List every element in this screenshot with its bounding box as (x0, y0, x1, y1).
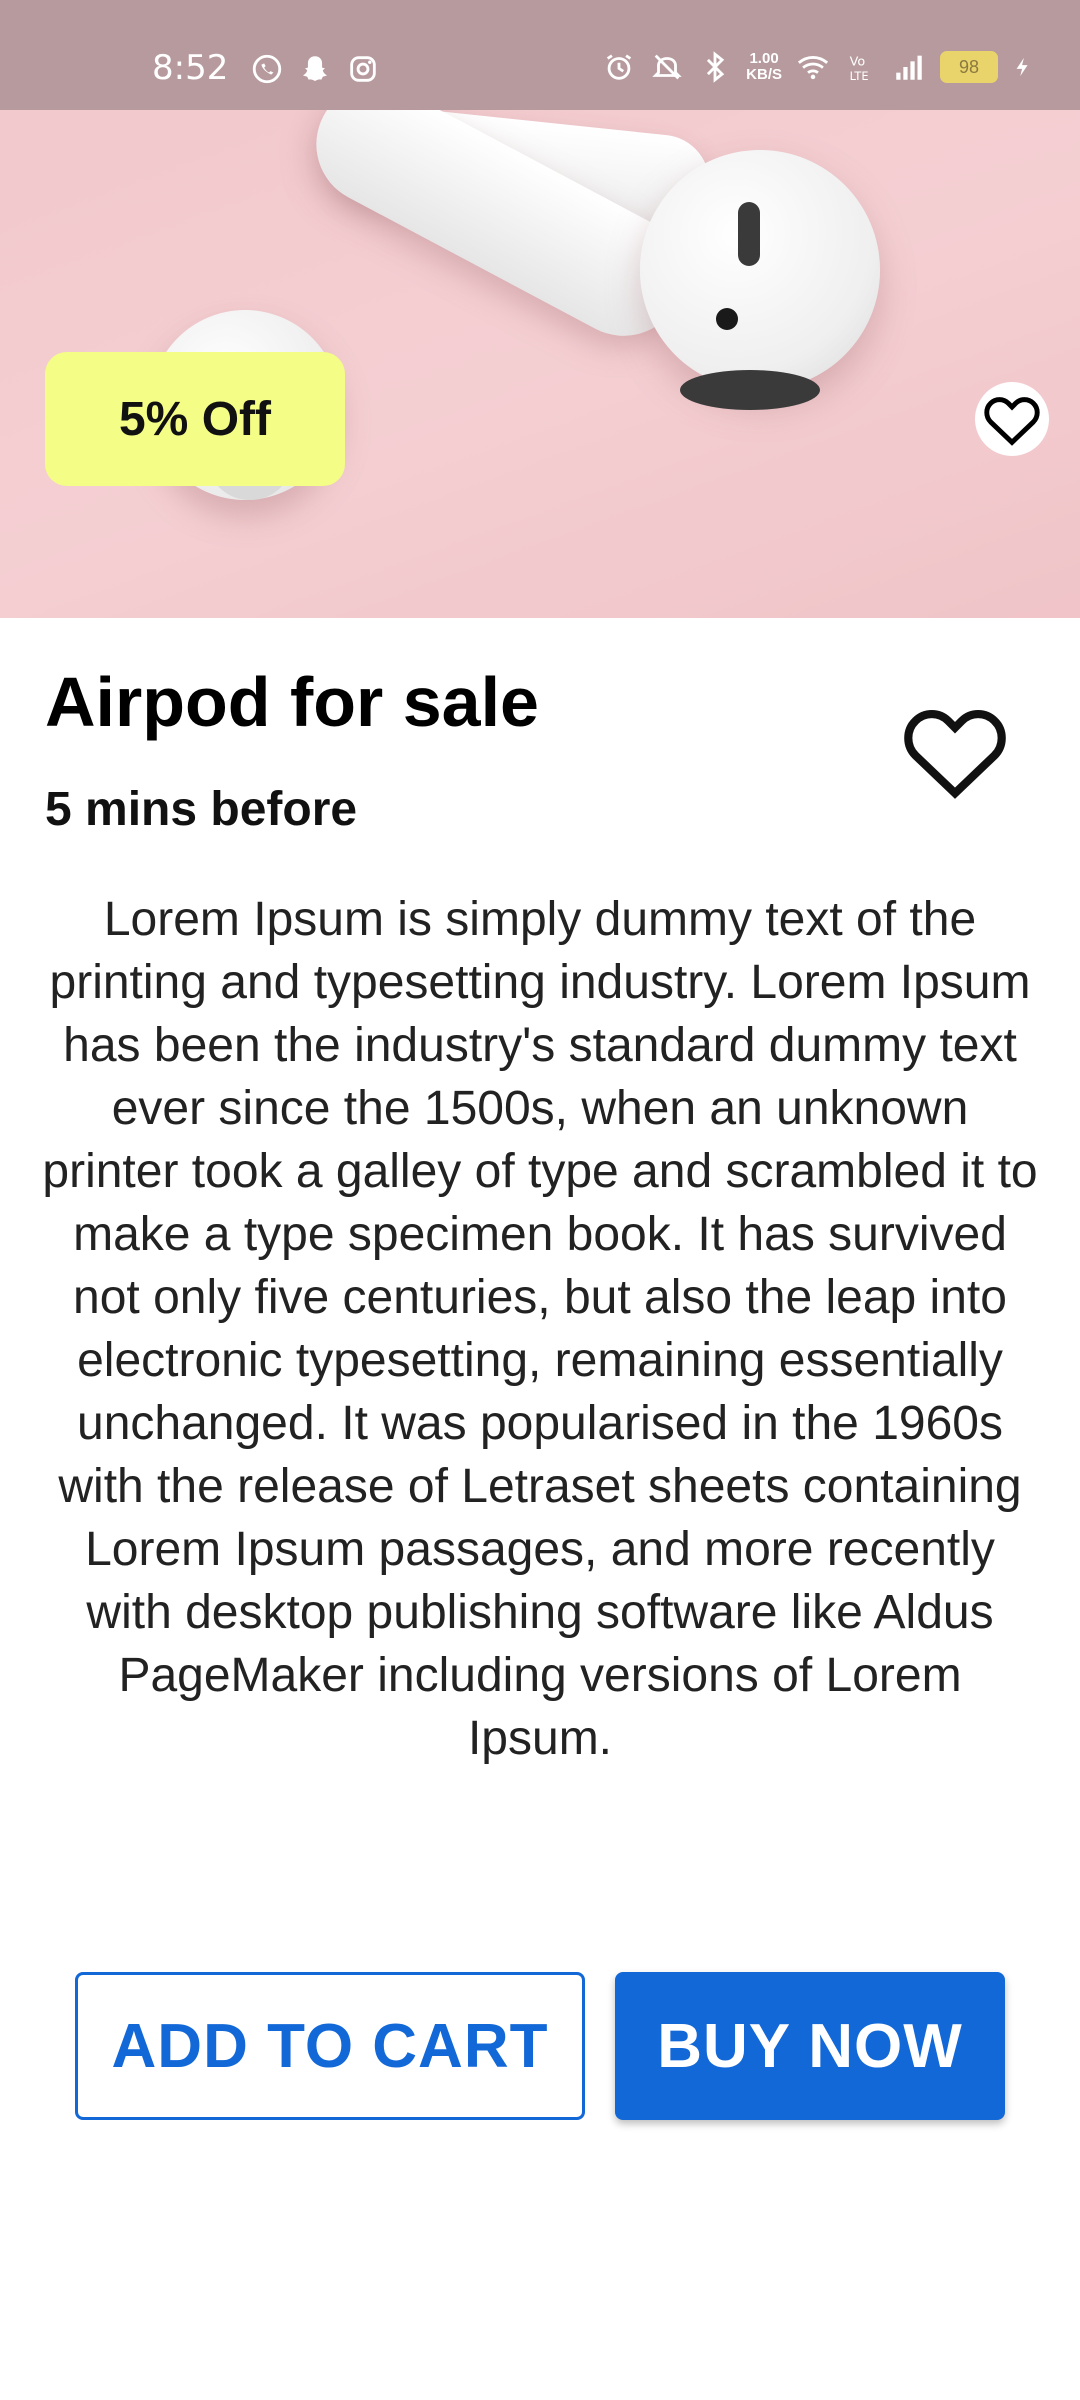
bluetooth-icon (707, 51, 725, 83)
add-to-cart-label: ADD TO CART (111, 2011, 549, 2081)
status-time: 8:52 (152, 48, 229, 88)
alarm-icon (607, 54, 632, 80)
product-title: Airpod for sale (45, 663, 539, 741)
airpod-grill (738, 202, 760, 266)
airpod-right-head (640, 150, 880, 390)
whatsapp-icon (252, 54, 282, 84)
discount-label: 5% Off (118, 392, 271, 446)
favorite-button[interactable] (900, 700, 1010, 800)
posted-time: 5 mins before (45, 783, 358, 836)
notification-icons (250, 52, 380, 86)
svg-text:LTE: LTE (850, 69, 869, 83)
instagram-icon (350, 56, 376, 82)
airpod-sensor (716, 308, 738, 330)
snapchat-icon (302, 56, 328, 82)
product-description: Lorem Ipsum is simply dummy text of the … (42, 893, 1038, 1765)
heart-outline-icon (904, 710, 1006, 799)
product-image: 5% Off (0, 110, 1080, 618)
add-to-cart-button[interactable]: ADD TO CART (75, 1972, 585, 2120)
signal-icon (896, 55, 922, 80)
network-speed-unit: KB/S (746, 66, 782, 83)
heart-outline-icon (984, 397, 1040, 446)
wifi-icon (797, 56, 829, 80)
discount-badge: 5% Off (45, 352, 345, 486)
network-speed: 1.00 KB/S (746, 51, 782, 83)
hero-favorite-button[interactable] (975, 382, 1049, 456)
system-icons: 1.00 KB/S Vo LTE 98 (602, 50, 1034, 84)
buy-now-label: BUY NOW (657, 2011, 963, 2081)
airpod-mesh (680, 370, 820, 410)
battery-icon: 98 (940, 51, 998, 83)
network-speed-value: 1.00 (749, 50, 779, 67)
svg-text:Vo: Vo (850, 55, 866, 70)
buy-now-button[interactable]: BUY NOW (615, 1972, 1005, 2120)
status-bar: 8:52 1.00 KB/S Vo LTE 98 (0, 0, 1080, 110)
charging-icon (1016, 57, 1028, 77)
volte-icon: VoLTE (850, 55, 869, 83)
mute-icon (652, 54, 682, 80)
